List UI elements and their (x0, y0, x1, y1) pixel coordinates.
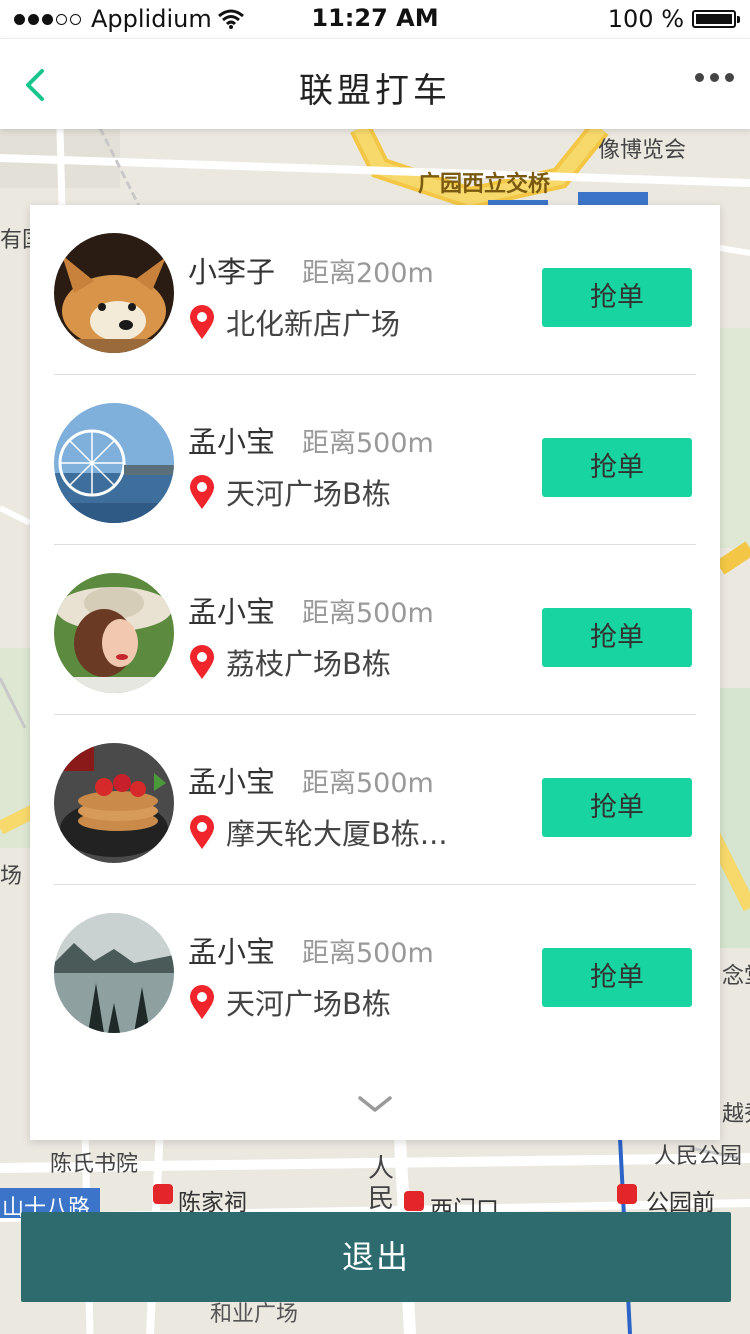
battery-icon (692, 10, 740, 28)
list-item: 孟小宝 距离500m 荔枝广场B栋 抢单 (54, 545, 696, 715)
avatar (54, 573, 174, 693)
avatar (54, 233, 174, 353)
location-pin-icon (190, 815, 214, 849)
grab-order-button[interactable]: 抢单 (542, 268, 692, 327)
list-item: 孟小宝 距离500m 摩天轮大厦B栋... 抢单 (54, 715, 696, 885)
pickup-address: 荔枝广场B栋 (226, 647, 391, 681)
distance-text: 距离200m (302, 258, 434, 289)
pickup-address: 天河广场B栋 (226, 987, 391, 1021)
map-label: 念堂 (722, 964, 750, 989)
logout-button[interactable]: 退出 (21, 1212, 731, 1302)
requester-name: 小李子 (188, 255, 276, 289)
battery-percent: 100 % (607, 5, 684, 33)
chevron-down-icon[interactable] (357, 1093, 393, 1115)
grab-order-button[interactable]: 抢单 (542, 778, 692, 837)
distance-text: 距离500m (302, 428, 434, 459)
map-label: 广园西立交桥 (418, 172, 551, 197)
map-label: 陈氏书院 (50, 1152, 139, 1177)
pickup-address: 摩天轮大厦B栋... (226, 817, 448, 851)
grab-order-button[interactable]: 抢单 (542, 438, 692, 497)
list-item: 孟小宝 距离500m 天河广场B栋 抢单 (54, 885, 696, 1055)
pickup-address: 天河广场B栋 (226, 477, 391, 511)
ride-request-list: 小李子 距离200m 北化新店广场 抢单 孟小宝 距离500m 天河广场B栋 抢… (30, 205, 720, 1140)
distance-text: 距离500m (302, 768, 434, 799)
requester-name: 孟小宝 (188, 765, 276, 799)
requester-name: 孟小宝 (188, 935, 276, 969)
location-pin-icon (190, 475, 214, 509)
map-label: 像博览会 (598, 138, 687, 163)
map-label: 人民公园 (654, 1144, 743, 1169)
avatar (54, 913, 174, 1033)
list-item: 孟小宝 距离500m 天河广场B栋 抢单 (54, 375, 696, 545)
requester-name: 孟小宝 (188, 425, 276, 459)
avatar (54, 403, 174, 523)
status-right: 100 % (607, 5, 740, 33)
grab-order-button[interactable]: 抢单 (542, 948, 692, 1007)
status-bar: Applidium 11:27 AM 100 % (0, 0, 750, 38)
distance-text: 距离500m (302, 598, 434, 629)
requester-name: 孟小宝 (188, 595, 276, 629)
location-pin-icon (190, 305, 214, 339)
pickup-address: 北化新店广场 (226, 307, 401, 341)
map-label: 场 (0, 864, 23, 889)
location-pin-icon (190, 985, 214, 1019)
map-label: 民 (368, 1184, 395, 1214)
map-label: 越秀 (722, 1102, 750, 1127)
page-title: 联盟打车 (299, 71, 451, 111)
nav-bar: 联盟打车 (0, 38, 750, 129)
more-horizontal-icon[interactable] (695, 73, 734, 82)
distance-text: 距离500m (302, 938, 434, 969)
grab-order-button[interactable]: 抢单 (542, 608, 692, 667)
list-item: 小李子 距离200m 北化新店广场 抢单 (54, 205, 696, 375)
location-pin-icon (190, 645, 214, 679)
avatar (54, 743, 174, 863)
